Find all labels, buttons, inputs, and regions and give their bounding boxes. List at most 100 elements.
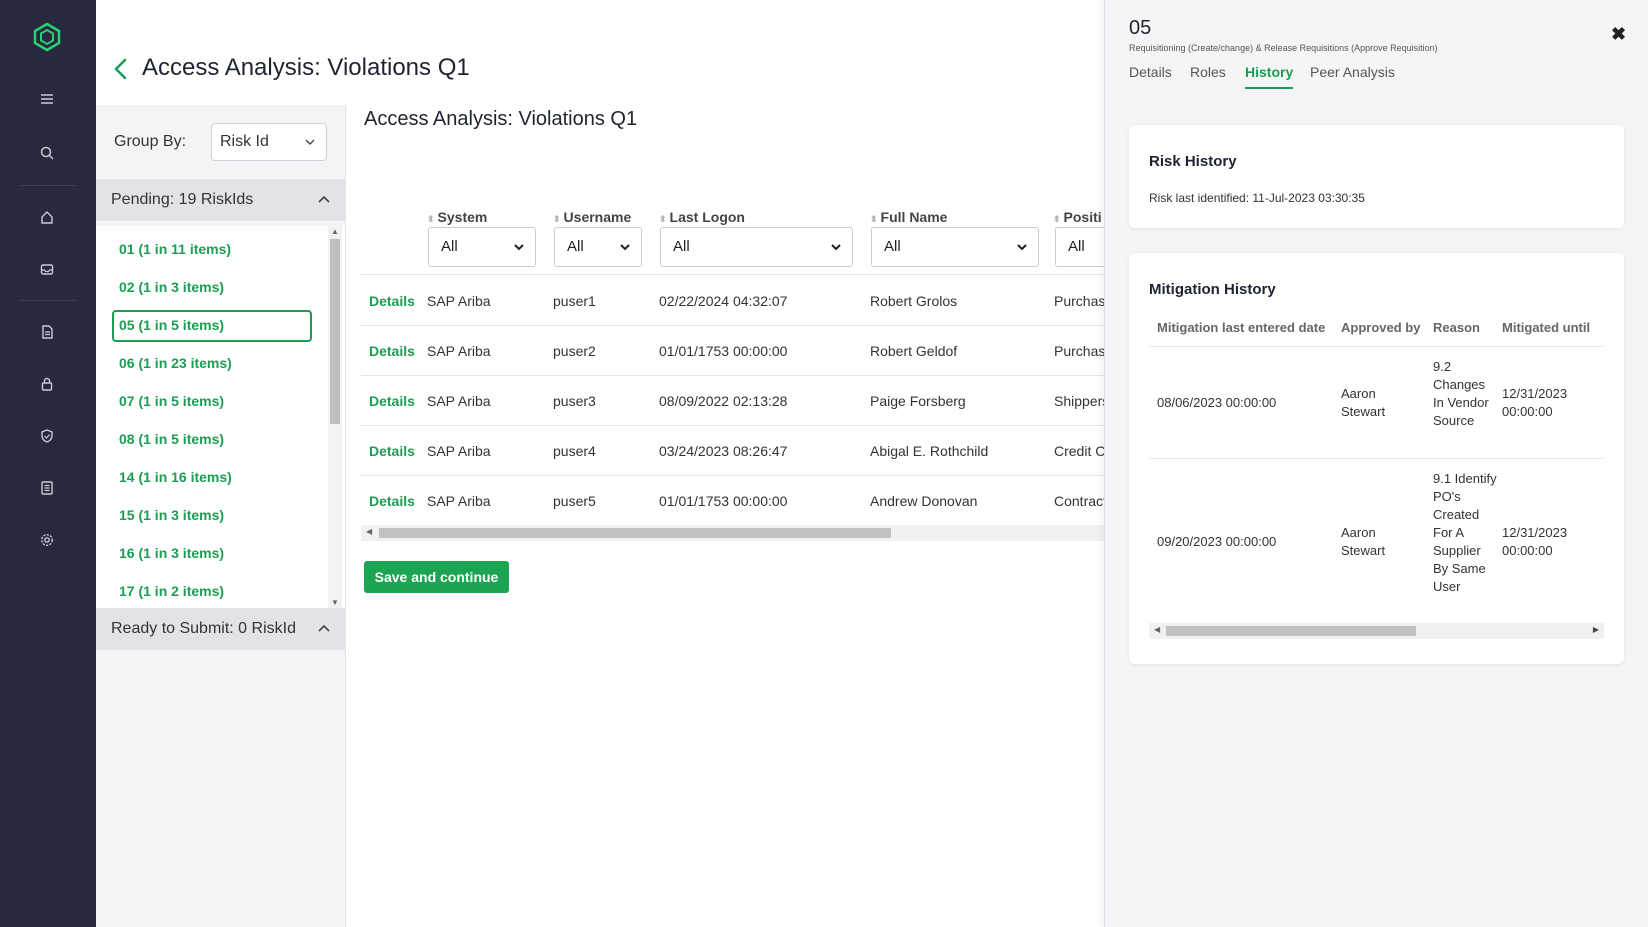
tab-roles[interactable]: Roles	[1190, 64, 1226, 80]
chevron-up-icon	[318, 624, 330, 632]
chevron-down-icon	[514, 244, 524, 251]
document-icon[interactable]	[38, 323, 56, 341]
chevron-down-icon	[620, 244, 630, 251]
table-horizontal-scrollbar[interactable]: ◀	[361, 525, 1104, 541]
filter-full-name[interactable]: All	[871, 227, 1039, 267]
cell-position: Shippers	[1054, 393, 1104, 409]
details-link[interactable]: Details	[369, 493, 415, 509]
group-by-select[interactable]: Risk Id	[211, 123, 327, 161]
cell-system: SAP Ariba	[427, 343, 491, 359]
cell-position: Contract	[1054, 493, 1104, 509]
inbox-icon[interactable]	[38, 260, 56, 278]
shield-icon[interactable]	[38, 427, 56, 445]
risk-item-01[interactable]: 01 (1 in 11 items)	[112, 234, 312, 266]
risk-item-06[interactable]: 06 (1 in 23 items)	[112, 348, 312, 380]
scroll-up-icon[interactable]: ▲	[331, 227, 339, 236]
row-divider	[361, 475, 1104, 476]
scroll-right-icon[interactable]: ▶	[1593, 625, 1599, 634]
group-by-label: Group By:	[114, 133, 187, 150]
tab-peer-analysis[interactable]: Peer Analysis	[1310, 64, 1395, 80]
column-header-full-name[interactable]: ⬍ Full Name	[870, 209, 947, 225]
mitigation-history-title: Mitigation History	[1149, 281, 1276, 298]
logo-icon[interactable]	[33, 22, 61, 52]
sort-icon: ⬍	[659, 214, 667, 224]
menu-icon[interactable]	[38, 90, 56, 108]
column-header-last-logon[interactable]: ⬍ Last Logon	[659, 209, 745, 225]
chevron-down-icon	[1017, 244, 1027, 251]
nav-divider	[20, 300, 76, 301]
mitigation-cell-date: 09/20/2023 00:00:00	[1157, 534, 1277, 549]
scrollbar-thumb[interactable]	[330, 239, 340, 424]
risk-item-08[interactable]: 08 (1 in 5 items)	[112, 424, 312, 456]
cell-full-name: Abigal E. Rothchild	[870, 443, 989, 459]
mitigation-horizontal-scrollbar[interactable]: ◀ ▶	[1149, 623, 1604, 639]
risk-detail-drawer: 05 Requisitioning (Create/change) & Rele…	[1104, 0, 1648, 927]
filter-system[interactable]: All	[428, 227, 536, 267]
mitigation-cell-approved-by: Aaron Stewart	[1341, 386, 1386, 419]
scrollbar-thumb[interactable]	[379, 528, 891, 538]
risk-item-16[interactable]: 16 (1 in 3 items)	[112, 538, 312, 570]
search-icon[interactable]	[38, 144, 56, 162]
risk-history-text: Risk last identified: 11-Jul-2023 03:30:…	[1149, 191, 1365, 205]
cell-last-logon: 01/01/1753 00:00:00	[659, 343, 788, 359]
mitigation-col-date: Mitigation last entered date	[1157, 320, 1326, 335]
cell-system: SAP Ariba	[427, 293, 491, 309]
list-icon[interactable]	[38, 479, 56, 497]
risk-list-scrollbar[interactable]: ▲ ▼	[328, 226, 342, 608]
details-link[interactable]: Details	[369, 393, 415, 409]
risk-item-14[interactable]: 14 (1 in 16 items)	[112, 462, 312, 494]
risk-history-title: Risk History	[1149, 153, 1237, 170]
scrollbar-thumb[interactable]	[1166, 626, 1416, 636]
back-arrow-icon[interactable]	[112, 56, 130, 82]
column-header-position[interactable]: ⬍ Positi	[1053, 209, 1104, 225]
side-nav	[0, 0, 96, 927]
drawer-risk-id: 05	[1129, 17, 1152, 39]
cell-system: SAP Ariba	[427, 443, 491, 459]
mitigation-cell-until: 12/31/2023 00:00:00	[1502, 386, 1568, 419]
filter-value: All	[884, 238, 901, 255]
risk-item-17[interactable]: 17 (1 in 2 items)	[112, 576, 312, 608]
ready-group-header[interactable]: Ready to Submit: 0 RiskId	[96, 608, 345, 650]
lock-icon[interactable]	[38, 375, 56, 393]
drawer-subtitle: Requisitioning (Create/change) & Release…	[1129, 43, 1438, 53]
home-icon[interactable]	[38, 208, 56, 226]
column-header-username[interactable]: ⬍ Username	[553, 209, 631, 225]
cell-username: puser3	[553, 393, 596, 409]
cell-last-logon: 01/01/1753 00:00:00	[659, 493, 788, 509]
nav-divider	[20, 185, 76, 186]
cell-system: SAP Ariba	[427, 493, 491, 509]
chevron-down-icon	[831, 244, 841, 251]
mitigation-cell-reason: 9.1 Identify PO's Created For A Supplier…	[1433, 471, 1497, 594]
filter-last-logon[interactable]: All	[660, 227, 853, 267]
scroll-left-icon[interactable]: ◀	[1154, 625, 1160, 634]
chevron-down-icon	[305, 139, 315, 145]
scroll-down-icon[interactable]: ▼	[331, 598, 339, 607]
details-link[interactable]: Details	[369, 293, 415, 309]
details-link[interactable]: Details	[369, 343, 415, 359]
cell-last-logon: 02/22/2024 04:32:07	[659, 293, 788, 309]
risk-item-05-selected[interactable]: 05 (1 in 5 items)	[112, 310, 312, 342]
column-label: Username	[563, 209, 632, 225]
details-link[interactable]: Details	[369, 443, 415, 459]
tab-details[interactable]: Details	[1129, 64, 1172, 80]
cell-full-name: Robert Geldof	[870, 343, 958, 359]
section-title: Access Analysis: Violations Q1	[364, 108, 638, 130]
pending-group-header[interactable]: Pending: 19 RiskIds	[96, 179, 345, 221]
close-icon[interactable]: ✖	[1611, 24, 1626, 45]
risk-item-02[interactable]: 02 (1 in 3 items)	[112, 272, 312, 304]
settings-icon[interactable]	[38, 531, 56, 549]
mitigation-cell-date: 08/06/2023 00:00:00	[1157, 395, 1277, 410]
cell-username: puser4	[553, 443, 596, 459]
group-panel: Group By: Risk Id Pending: 19 RiskIds 01…	[96, 105, 346, 927]
cell-last-logon: 08/09/2022 02:13:28	[659, 393, 788, 409]
risk-item-07[interactable]: 07 (1 in 5 items)	[112, 386, 312, 418]
tab-history[interactable]: History	[1245, 64, 1294, 89]
scroll-left-icon[interactable]: ◀	[366, 527, 372, 536]
filter-username[interactable]: All	[554, 227, 642, 267]
row-divider	[1149, 458, 1604, 459]
cell-position: Purchasi	[1054, 293, 1104, 309]
column-header-system[interactable]: ⬍ System	[427, 209, 487, 225]
risk-item-15[interactable]: 15 (1 in 3 items)	[112, 500, 312, 532]
mitigation-col-until: Mitigated until	[1502, 320, 1591, 335]
save-and-continue-button[interactable]: Save and continue	[364, 561, 509, 593]
